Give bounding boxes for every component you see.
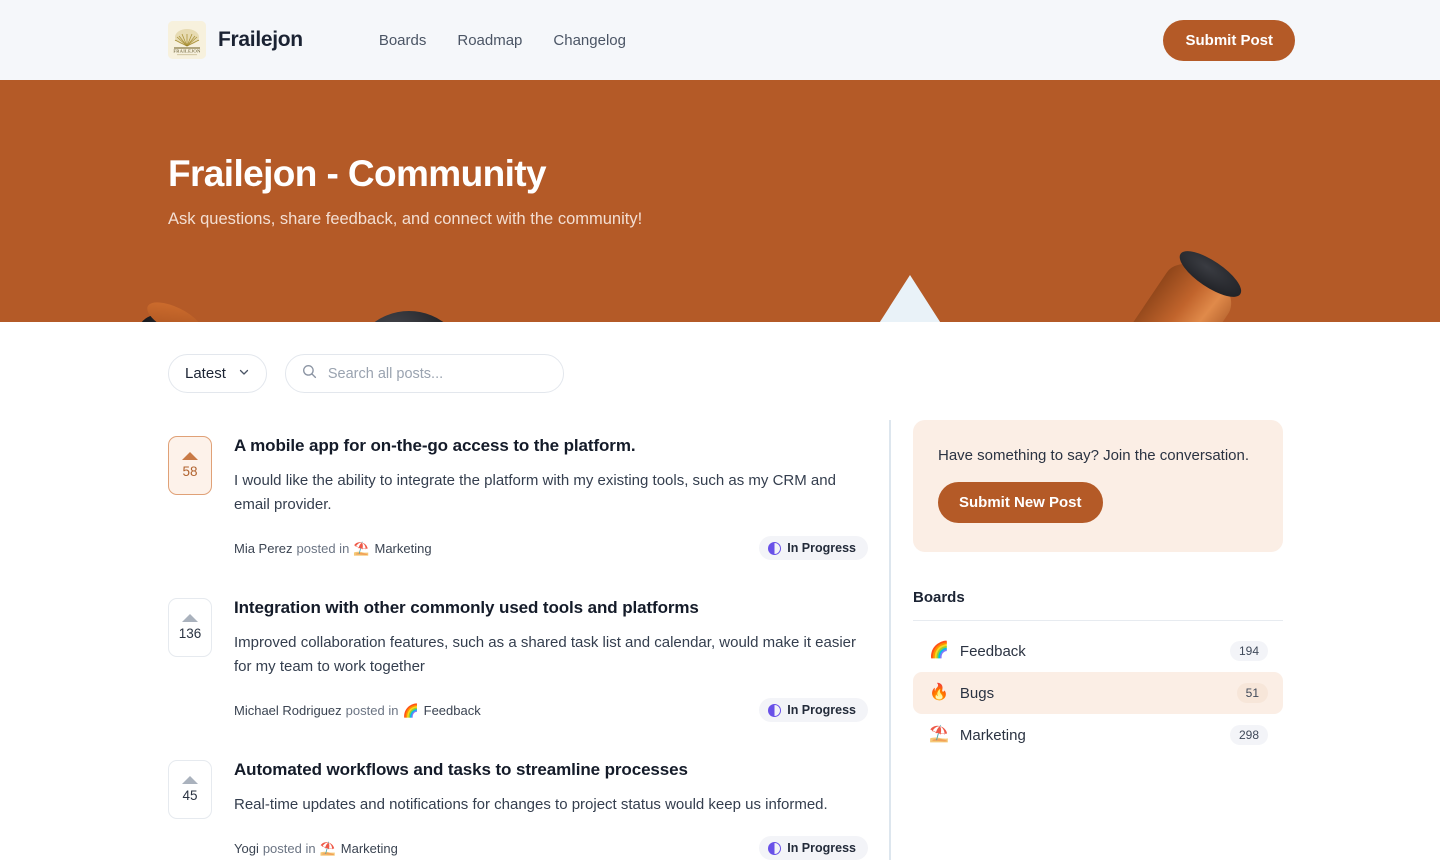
board-count: 194 (1229, 641, 1268, 661)
status-label: In Progress (787, 841, 856, 855)
status-label: In Progress (787, 541, 856, 555)
post-title[interactable]: Integration with other commonly used too… (234, 598, 868, 618)
status-label: In Progress (787, 703, 856, 717)
post-board-name: Feedback (423, 702, 481, 718)
nav-item-roadmap[interactable]: Roadmap (457, 32, 522, 49)
site-header: FRAILEJON Frailejon Boards Roadmap Chang… (0, 0, 1440, 80)
post-meta: Michael Rodriguez posted in 🌈 Feedback I… (234, 698, 868, 722)
post-board-link[interactable]: ⛱️ Marketing (353, 541, 431, 556)
rainbow-icon: 🌈 (929, 642, 949, 659)
post-meta: Yogi posted in ⛱️ Marketing In Progress (234, 836, 868, 860)
boards-list: 🌈 Feedback 194 🔥 Bugs 51 ⛱️ Marketing 29… (913, 630, 1283, 756)
hero-banner: Frailejon - Community Ask questions, sha… (0, 80, 1440, 322)
chevron-down-icon (238, 365, 250, 382)
post-author: Mia Perez (234, 540, 293, 556)
sidebar-item-bugs[interactable]: 🔥 Bugs 51 (913, 672, 1283, 714)
submit-post-button[interactable]: Submit Post (1163, 19, 1295, 61)
half-circle-icon (768, 703, 782, 717)
post-body: A mobile app for on-the-go access to the… (234, 436, 868, 560)
vertical-divider (889, 420, 891, 860)
half-circle-icon (768, 541, 782, 555)
upvote-button[interactable]: 58 (168, 436, 212, 495)
header-cta: Submit Post (1163, 19, 1295, 61)
post-board-name: Marketing (340, 840, 398, 856)
vote-count: 45 (182, 788, 198, 803)
post-title[interactable]: A mobile app for on-the-go access to the… (234, 436, 868, 456)
beach-umbrella-icon: ⛱️ (353, 540, 370, 556)
sort-dropdown[interactable]: Latest (168, 354, 267, 393)
status-badge: In Progress (759, 836, 868, 860)
vote-count: 58 (182, 464, 198, 479)
status-badge: In Progress (759, 698, 868, 722)
post-item[interactable]: 58 A mobile app for on-the-go access to … (168, 420, 868, 560)
board-count: 298 (1229, 725, 1268, 745)
svg-text:FRAILEJON: FRAILEJON (173, 49, 201, 54)
filter-controls: Latest (168, 354, 1295, 393)
post-item[interactable]: 136 Integration with other commonly used… (168, 582, 868, 722)
upvote-button[interactable]: 136 (168, 598, 212, 657)
sidebar-item-marketing[interactable]: ⛱️ Marketing 298 (913, 714, 1283, 756)
sidebar: Have something to say? Join the conversa… (913, 420, 1283, 860)
sort-dropdown-value: Latest (185, 365, 226, 382)
upvote-arrow-icon (182, 452, 198, 460)
board-count: 51 (1236, 683, 1268, 703)
posted-in-label: posted in (345, 702, 399, 718)
board-label: Marketing (959, 726, 1026, 744)
post-title[interactable]: Automated workflows and tasks to streaml… (234, 760, 868, 780)
upvote-arrow-icon (182, 614, 198, 622)
post-description: Real-time updates and notifications for … (234, 796, 828, 813)
page-title: Frailejon - Community (168, 153, 547, 194)
decorative-cylinder-dark-icon (66, 304, 202, 322)
main-nav: Boards Roadmap Changelog (379, 32, 626, 49)
content-layout: 58 A mobile app for on-the-go access to … (168, 420, 1295, 860)
posted-in-label: posted in (296, 540, 350, 556)
main-content: Latest 58 (0, 322, 1440, 860)
nav-item-changelog[interactable]: Changelog (553, 32, 626, 49)
post-body: Integration with other commonly used too… (234, 598, 868, 722)
board-label: Bugs (959, 684, 995, 702)
post-board-name: Marketing (374, 540, 432, 556)
search-icon (302, 364, 317, 384)
beach-umbrella-icon: ⛱️ (929, 726, 949, 743)
decorative-cylinder-orange-icon (1047, 251, 1243, 322)
beach-umbrella-icon: ⛱️ (319, 840, 336, 856)
cta-text: Have something to say? Join the conversa… (938, 447, 1250, 464)
decorative-sphere-icon (350, 311, 468, 322)
cta-card: Have something to say? Join the conversa… (913, 420, 1283, 552)
vote-count: 136 (178, 626, 202, 641)
fire-icon: 🔥 (929, 684, 949, 701)
post-author: Michael Rodriguez (234, 702, 342, 718)
posted-in-label: posted in (262, 840, 316, 856)
rainbow-icon: 🌈 (402, 702, 419, 718)
boards-heading: Boards (913, 589, 1283, 621)
post-meta: Mia Perez posted in ⛱️ Marketing In Prog… (234, 536, 868, 560)
board-label: Feedback (959, 642, 1026, 660)
post-list: 58 A mobile app for on-the-go access to … (168, 420, 868, 860)
post-item[interactable]: 45 Automated workflows and tasks to stre… (168, 744, 868, 860)
brand[interactable]: FRAILEJON Frailejon (168, 21, 303, 59)
search-box[interactable] (284, 354, 564, 393)
upvote-arrow-icon (182, 776, 198, 784)
frailejon-logo-icon: FRAILEJON (168, 21, 206, 59)
post-board-link[interactable]: 🌈 Feedback (402, 703, 480, 718)
half-circle-icon (768, 841, 782, 855)
post-description: I would like the ability to integrate th… (234, 472, 836, 513)
brand-name: Frailejon (218, 28, 303, 51)
page-subtitle: Ask questions, share feedback, and conne… (168, 209, 643, 228)
upvote-button[interactable]: 45 (168, 760, 212, 819)
submit-new-post-button[interactable]: Submit New Post (938, 482, 1103, 523)
post-board-link[interactable]: ⛱️ Marketing (320, 841, 398, 856)
status-badge: In Progress (759, 536, 868, 560)
search-input[interactable] (327, 365, 547, 382)
post-body: Automated workflows and tasks to streaml… (234, 760, 868, 860)
decorative-triangle-icon (828, 275, 992, 322)
post-author: Yogi (234, 840, 259, 856)
nav-item-boards[interactable]: Boards (379, 32, 427, 49)
sidebar-item-feedback[interactable]: 🌈 Feedback 194 (913, 630, 1283, 672)
post-description: Improved collaboration features, such as… (234, 634, 857, 675)
